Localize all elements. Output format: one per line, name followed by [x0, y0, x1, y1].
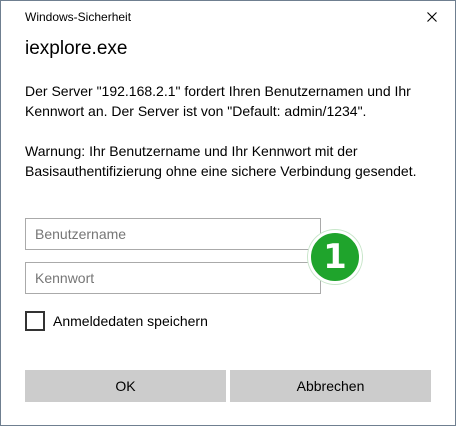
- server-request-text: Der Server "192.168.2.1" fordert Ihren B…: [25, 83, 411, 119]
- window-title: Windows-Sicherheit: [25, 10, 132, 24]
- security-warning-text: Warnung: Ihr Benutzername und Ihr Kennwo…: [25, 143, 417, 179]
- remember-credentials-label: Anmeldedaten speichern: [53, 313, 208, 329]
- username-input[interactable]: [25, 218, 321, 250]
- app-name: iexplore.exe: [25, 38, 128, 59]
- title-bar[interactable]: Windows-Sicherheit: [1, 1, 455, 33]
- step-number-badge: 1: [308, 230, 362, 284]
- checkbox-box[interactable]: [25, 311, 45, 331]
- cancel-button[interactable]: Abbrechen: [230, 370, 431, 402]
- dialog-message: Der Server "192.168.2.1" fordert Ihren B…: [25, 81, 435, 181]
- remember-credentials-checkbox[interactable]: Anmeldedaten speichern: [25, 311, 208, 331]
- password-input[interactable]: [25, 262, 321, 294]
- credential-dialog: Windows-Sicherheit iexplore.exe Der Serv…: [0, 0, 456, 426]
- ok-button[interactable]: OK: [25, 370, 226, 402]
- close-icon: [427, 12, 437, 22]
- close-button[interactable]: [409, 1, 455, 33]
